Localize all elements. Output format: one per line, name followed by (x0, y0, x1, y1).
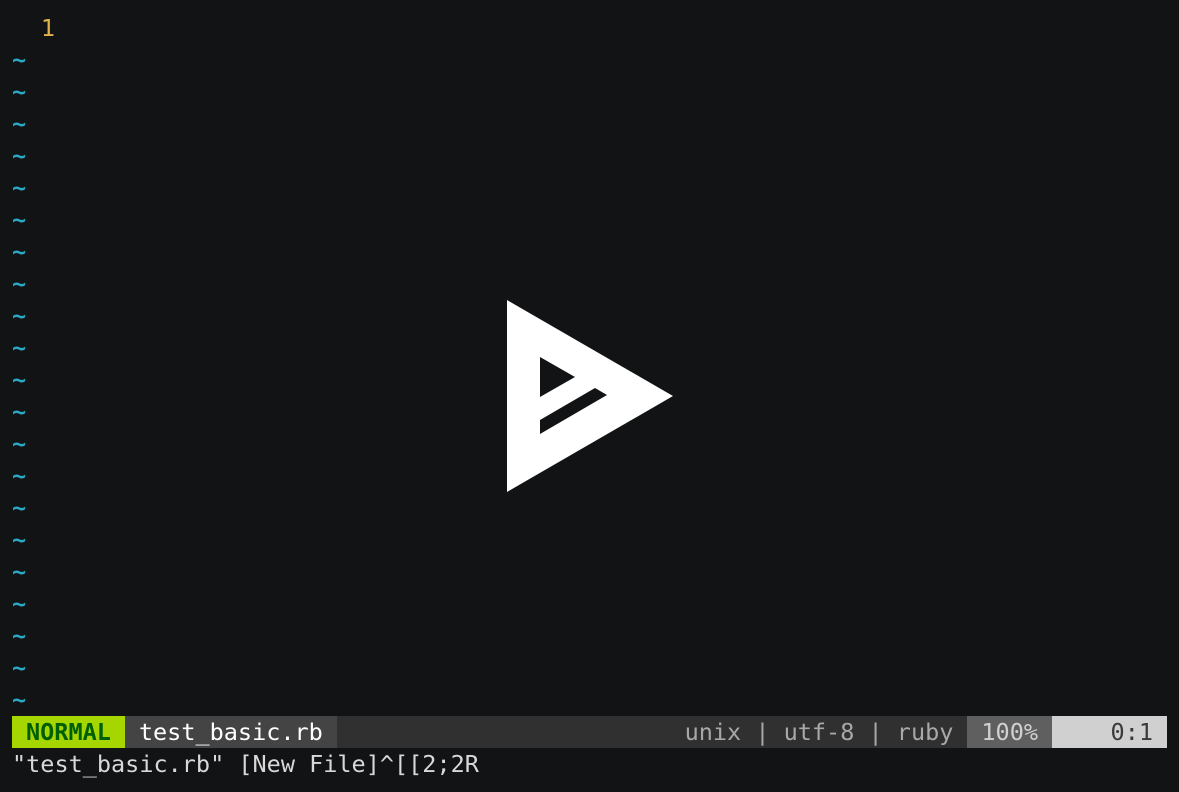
empty-line: ~ (12, 268, 1167, 300)
tilde-marker: ~ (12, 110, 27, 138)
line-number: 1 (40, 14, 55, 42)
empty-line: ~ (12, 236, 1167, 268)
empty-line: ~ (12, 44, 1167, 76)
tilde-marker: ~ (12, 430, 27, 458)
tilde-marker: ~ (12, 526, 27, 554)
tilde-marker: ~ (12, 366, 27, 394)
empty-line: ~ (12, 76, 1167, 108)
status-line: NORMAL test_basic.rb unix | utf-8 | ruby… (12, 716, 1167, 748)
tilde-marker: ~ (12, 654, 27, 682)
tilde-marker: ~ (12, 398, 27, 426)
empty-line: ~ (12, 588, 1167, 620)
tilde-marker: ~ (12, 622, 27, 650)
command-line[interactable]: "test_basic.rb" [New File]^[[2;2R (12, 748, 479, 780)
tilde-marker: ~ (12, 238, 27, 266)
tilde-marker: ~ (12, 494, 27, 522)
empty-line: ~ (12, 172, 1167, 204)
tilde-marker: ~ (12, 590, 27, 618)
empty-line: ~ (12, 204, 1167, 236)
tilde-marker: ~ (12, 686, 27, 714)
tilde-marker: ~ (12, 334, 27, 362)
empty-line: ~ (12, 684, 1167, 716)
tilde-marker: ~ (12, 142, 27, 170)
empty-line: ~ (12, 524, 1167, 556)
tilde-marker: ~ (12, 78, 27, 106)
empty-line: ~ (12, 492, 1167, 524)
empty-line: ~ (12, 652, 1167, 684)
empty-line: ~ (12, 556, 1167, 588)
status-filename: test_basic.rb (124, 716, 337, 748)
empty-line: ~ (12, 108, 1167, 140)
terminal-window[interactable]: 1 ~ ~ ~ ~ ~ ~ ~ ~ ~ ~ ~ ~ ~ ~ ~ ~ ~ ~ ~ ~ ~ NORMAL test_basi… (0, 0, 1179, 792)
empty-line: ~ (12, 620, 1167, 652)
empty-line: ~ (12, 140, 1167, 172)
tilde-marker: ~ (12, 462, 27, 490)
tilde-marker: ~ (12, 270, 27, 298)
tilde-marker: ~ (12, 174, 27, 202)
status-percent: 100% (967, 716, 1052, 748)
status-cursor-position: 0:1 (1052, 716, 1167, 748)
buffer-line-1: 1 (12, 12, 1167, 44)
tilde-marker: ~ (12, 206, 27, 234)
asciinema-play-icon[interactable] (505, 298, 675, 494)
status-spacer (336, 716, 671, 748)
tilde-marker: ~ (12, 46, 27, 74)
tilde-marker: ~ (12, 558, 27, 586)
tilde-marker: ~ (12, 302, 27, 330)
status-fileinfo: unix | utf-8 | ruby (670, 716, 968, 748)
mode-indicator: NORMAL (12, 716, 125, 748)
